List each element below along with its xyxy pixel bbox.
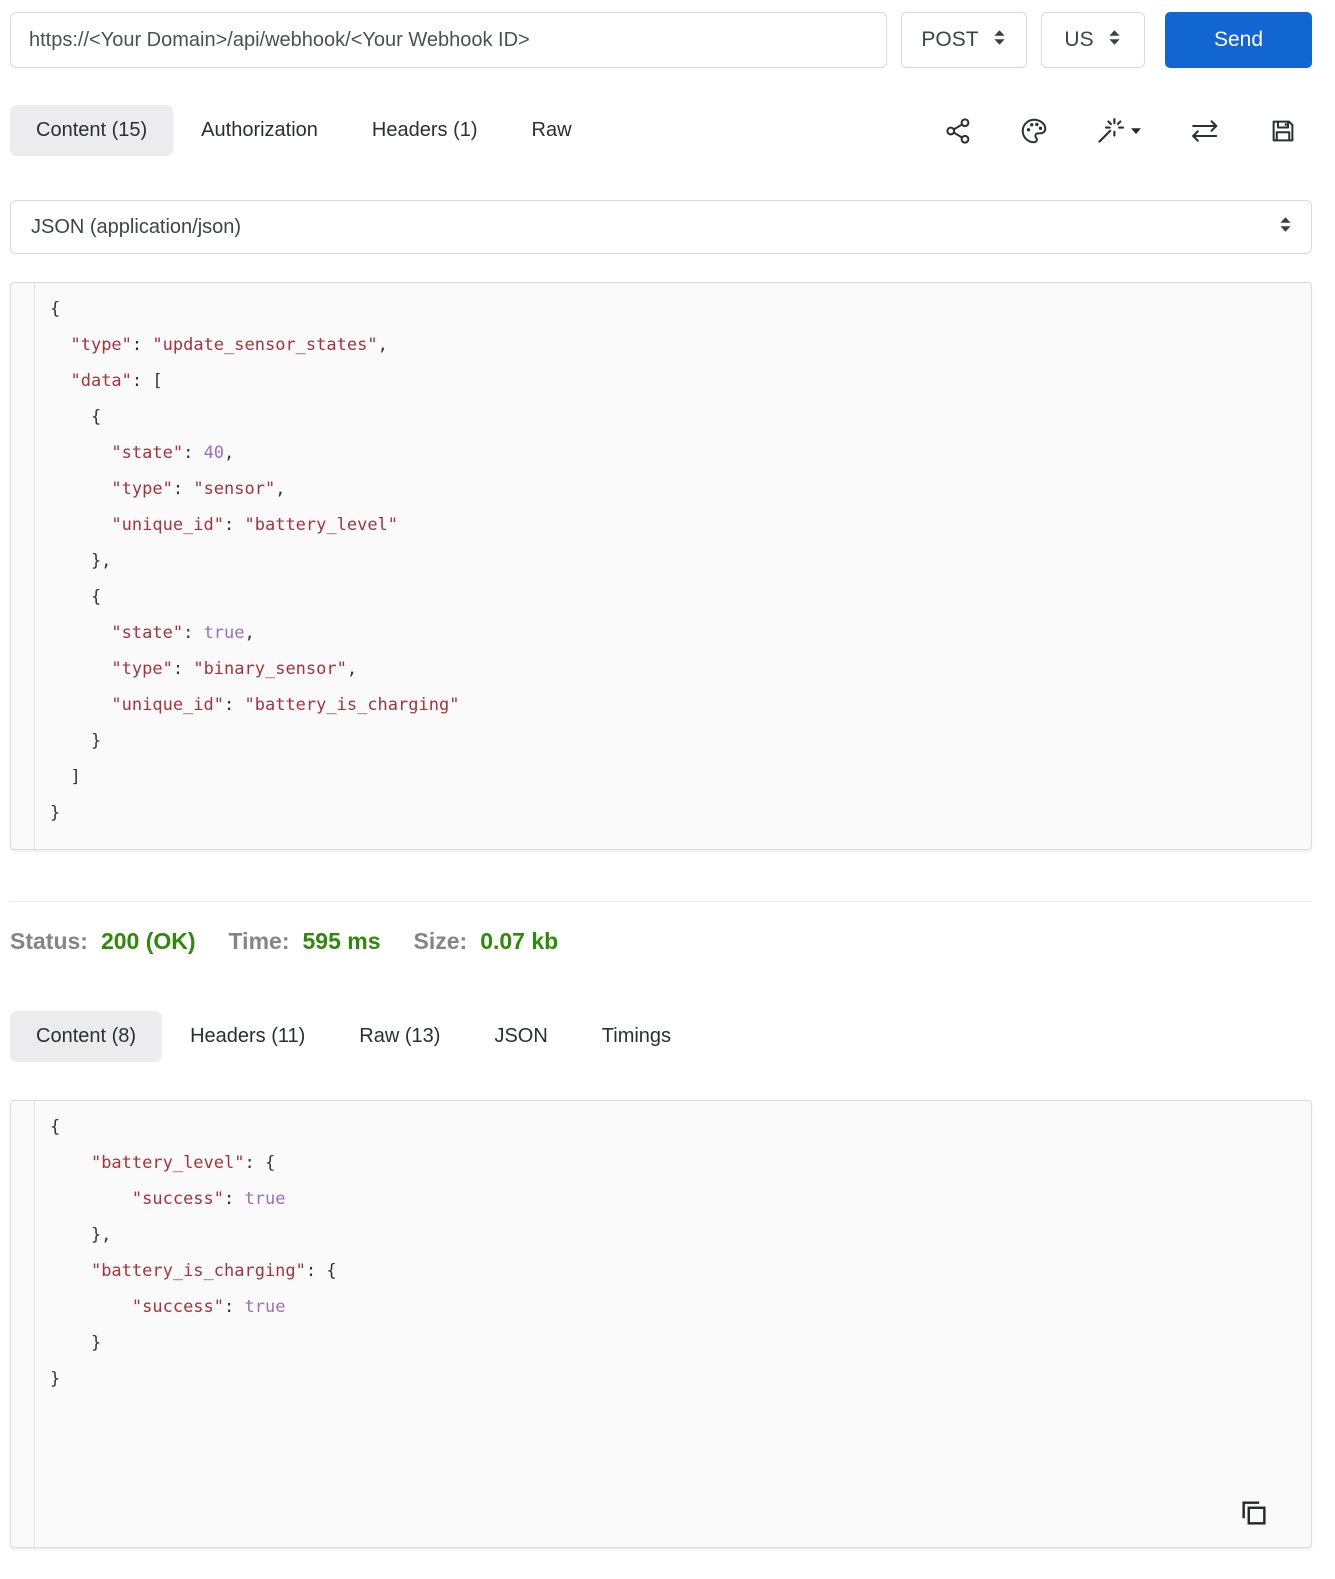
time-label: Time: xyxy=(228,928,290,954)
code-line: ] xyxy=(50,767,81,787)
magic-wand-icon[interactable] xyxy=(1095,116,1142,146)
code-line: "type": "update_sensor_states", xyxy=(70,335,388,355)
code-line: { xyxy=(50,1117,61,1137)
code-line: } xyxy=(50,1369,61,1389)
code-line: }, xyxy=(50,551,112,571)
region-select[interactable]: US xyxy=(1041,12,1145,68)
tab-content-15[interactable]: Content (15) xyxy=(10,105,174,156)
copy-icon[interactable] xyxy=(1237,1496,1271,1535)
tab-timings[interactable]: Timings xyxy=(576,1011,697,1062)
code-line: }, xyxy=(50,1225,112,1245)
method-select[interactable]: POST xyxy=(901,12,1027,68)
editor-gutter xyxy=(11,283,35,849)
tab-json[interactable]: JSON xyxy=(468,1011,573,1062)
response-body-viewer: { "battery_level": { "success": true }, … xyxy=(10,1100,1312,1548)
code-line: "state": true, xyxy=(111,623,255,643)
send-button[interactable]: Send xyxy=(1165,12,1312,68)
updown-caret-icon xyxy=(1278,215,1293,240)
toolbar xyxy=(943,116,1312,146)
code-line: "type": "binary_sensor", xyxy=(111,659,358,679)
swap-arrows-icon[interactable] xyxy=(1188,116,1222,146)
response-body-code: { "battery_level": { "success": true }, … xyxy=(35,1101,1311,1547)
palette-icon[interactable] xyxy=(1019,116,1049,146)
time-value: 595 ms xyxy=(302,928,381,954)
code-line: "battery_is_charging": { xyxy=(90,1261,337,1281)
tab-headers-11[interactable]: Headers (11) xyxy=(164,1011,331,1062)
code-line: "type": "sensor", xyxy=(111,479,286,499)
method-select-value: POST xyxy=(921,28,979,51)
updown-caret-icon xyxy=(992,28,1007,53)
response-tabs: Content (8) Headers (11) Raw (13) JSON Timin… xyxy=(10,1011,697,1062)
tab-authorization[interactable]: Authorization xyxy=(175,105,344,156)
content-type-select-value: JSON (application/json) xyxy=(31,215,242,238)
updown-caret-icon xyxy=(1107,28,1122,53)
code-line: "data": [ xyxy=(70,371,163,391)
request-tabs: Content (15) Authorization Headers (1) Raw xyxy=(10,105,598,156)
size-label: Size: xyxy=(413,928,468,954)
request-tabs-row: Content (15) Authorization Headers (1) Raw xyxy=(10,105,1312,156)
size-value: 0.07 kb xyxy=(480,928,559,954)
section-divider xyxy=(10,901,1312,902)
viewer-gutter xyxy=(11,1101,35,1547)
code-line: } xyxy=(50,803,61,823)
share-icon[interactable] xyxy=(943,116,973,146)
response-tabs-row: Content (8) Headers (11) Raw (13) JSON Timin… xyxy=(10,1011,1312,1062)
request-body-code[interactable]: { "type": "update_sensor_states", "data"… xyxy=(35,283,1311,849)
code-line: "battery_level": { xyxy=(90,1153,276,1173)
code-line: { xyxy=(50,587,102,607)
tab-headers-1[interactable]: Headers (1) xyxy=(346,105,504,156)
tab-raw-13[interactable]: Raw (13) xyxy=(333,1011,466,1062)
tab-raw[interactable]: Raw xyxy=(506,105,598,156)
save-icon[interactable] xyxy=(1268,116,1298,146)
api-client-page: POST US Send Content (15)AuthorizationHe… xyxy=(0,0,1335,1548)
status-label: Status: xyxy=(10,928,88,954)
request-bar: POST US Send xyxy=(10,12,1312,68)
code-line: { xyxy=(50,299,61,319)
tab-content-8[interactable]: Content (8) xyxy=(10,1011,163,1062)
code-line: } xyxy=(50,1333,102,1353)
code-line: { xyxy=(50,407,102,427)
url-input[interactable] xyxy=(10,12,887,68)
request-body-editor[interactable]: { "type": "update_sensor_states", "data"… xyxy=(10,282,1312,850)
code-line: "unique_id": "battery_is_charging" xyxy=(111,695,460,715)
content-type-select[interactable]: JSON (application/json) xyxy=(10,200,1312,254)
code-line: } xyxy=(50,731,102,751)
code-line: "state": 40, xyxy=(111,443,235,463)
response-status-row: Status: 200 (OK) Time: 595 ms Size: 0.07… xyxy=(10,928,1312,955)
status-value: 200 (OK) xyxy=(100,928,196,954)
code-line: "unique_id": "battery_level" xyxy=(111,515,399,535)
code-line: "success": true xyxy=(131,1189,286,1209)
region-select-value: US xyxy=(1064,28,1094,51)
dropdown-caret-icon xyxy=(1131,127,1141,134)
code-line: "success": true xyxy=(131,1297,286,1317)
